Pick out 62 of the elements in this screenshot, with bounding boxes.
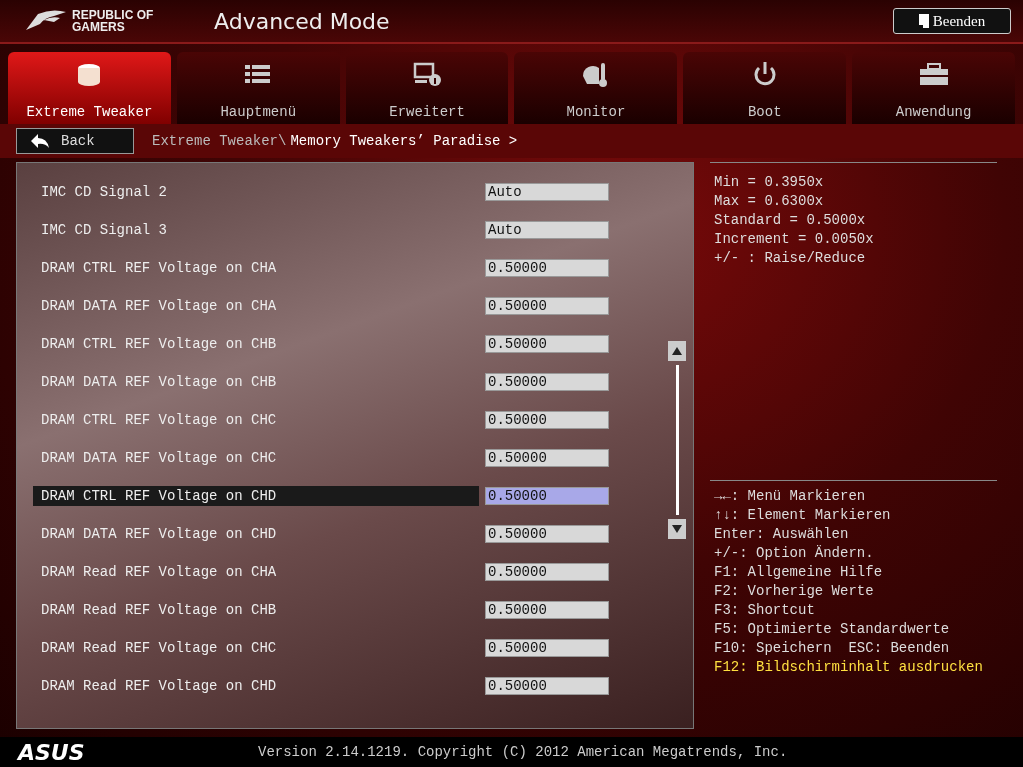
setting-label[interactable]: DRAM CTRL REF Voltage on CHC [33,410,479,430]
value-field[interactable]: 0.50000 [485,373,609,391]
key-help-text: F5: Optimierte Standardwerte [714,620,951,639]
value-field[interactable]: 0.50000 [485,259,609,277]
setting-label[interactable]: DRAM DATA REF Voltage on CHD [33,524,479,544]
info-text: Min = 0.3950x [714,173,825,192]
key-help-text: Enter: Auswählen [714,525,850,544]
scrollbar[interactable] [675,365,679,515]
key-help-text: F12: Bildschirminhalt ausdrucken [714,658,984,677]
exit-button[interactable]: Beenden [893,8,1011,34]
setting-label[interactable]: IMC CD Signal 3 [33,220,479,240]
setting-label[interactable]: DRAM DATA REF Voltage on CHA [33,296,479,316]
info-text: Increment = 0.0050x [714,230,875,249]
key-help-text: F10: Speichern ESC: Beenden [714,639,951,658]
back-arrow-icon [31,134,49,148]
value-field[interactable]: 0.50000 [485,297,609,315]
setting-label[interactable]: DRAM Read REF Voltage on CHC [33,638,479,658]
info-text: +/- : Raise/Reduce [714,249,867,268]
value-field[interactable]: 0.50000 [485,487,609,505]
tab[interactable]: Anwendung [852,52,1015,124]
setting-label[interactable]: DRAM Read REF Voltage on CHD [33,676,479,696]
logo-text: REPUBLIC OF GAMERS [72,9,155,33]
breadcrumb-current: Memory Tweakers’ Paradise > [290,133,518,149]
setting-label[interactable]: DRAM Read REF Voltage on CHA [33,562,479,582]
value-field[interactable]: 0.50000 [485,449,609,467]
version-text: Version 2.14.1219. Copyright (C) 2012 American Megatrends, Inc. [258,744,788,760]
value-field[interactable]: 0.50000 [485,563,609,581]
brand-logo: ASUS [18,739,86,765]
value-field[interactable]: 0.50000 [485,525,609,543]
key-help-text: F1: Allgemeine Hilfe [714,563,884,582]
key-help-text: F3: Shortcut [714,601,816,620]
setting-label[interactable]: DRAM CTRL REF Voltage on CHD [33,486,479,506]
setting-label[interactable]: DRAM Read REF Voltage on CHB [33,600,479,620]
info-text: Max = 0.6300x [714,192,825,211]
breadcrumb-parent[interactable]: Extreme Tweaker\ [152,133,287,149]
setting-label[interactable]: DRAM DATA REF Voltage on CHB [33,372,479,392]
tab[interactable]: Hauptmenü [176,52,340,124]
value-field[interactable]: Auto [485,183,609,201]
scroll-down-icon[interactable] [668,519,686,539]
value-field[interactable]: 0.50000 [485,677,609,695]
scroll-up-icon[interactable] [668,341,686,361]
door-icon [918,14,929,28]
setting-label[interactable]: DRAM DATA REF Voltage on CHC [33,448,479,468]
tab[interactable]: Boot [683,52,847,124]
key-help-text: ↑↓: Element Markieren [714,506,892,525]
value-field[interactable]: Auto [485,221,609,239]
value-field[interactable]: 0.50000 [485,639,609,657]
value-field[interactable]: 0.50000 [485,601,609,619]
window-title: Advanced Mode [214,8,391,34]
setting-label[interactable]: DRAM CTRL REF Voltage on CHB [33,334,479,354]
value-field[interactable]: 0.50000 [485,411,609,429]
tab[interactable]: Erweitert [345,52,509,124]
tab[interactable]: Monitor [514,52,678,124]
info-text: Standard = 0.5000x [714,211,867,230]
key-help-text: →←: Menü Markieren [714,487,867,506]
tab[interactable]: Extreme Tweaker [8,52,171,124]
setting-label[interactable]: IMC CD Signal 2 [33,182,479,202]
key-help-text: F2: Vorherige Werte [714,582,875,601]
key-help-text: +/-: Option Ändern. [714,544,875,563]
back-button[interactable]: Back [16,128,134,154]
setting-label[interactable]: DRAM CTRL REF Voltage on CHA [33,258,479,278]
value-field[interactable]: 0.50000 [485,335,609,353]
